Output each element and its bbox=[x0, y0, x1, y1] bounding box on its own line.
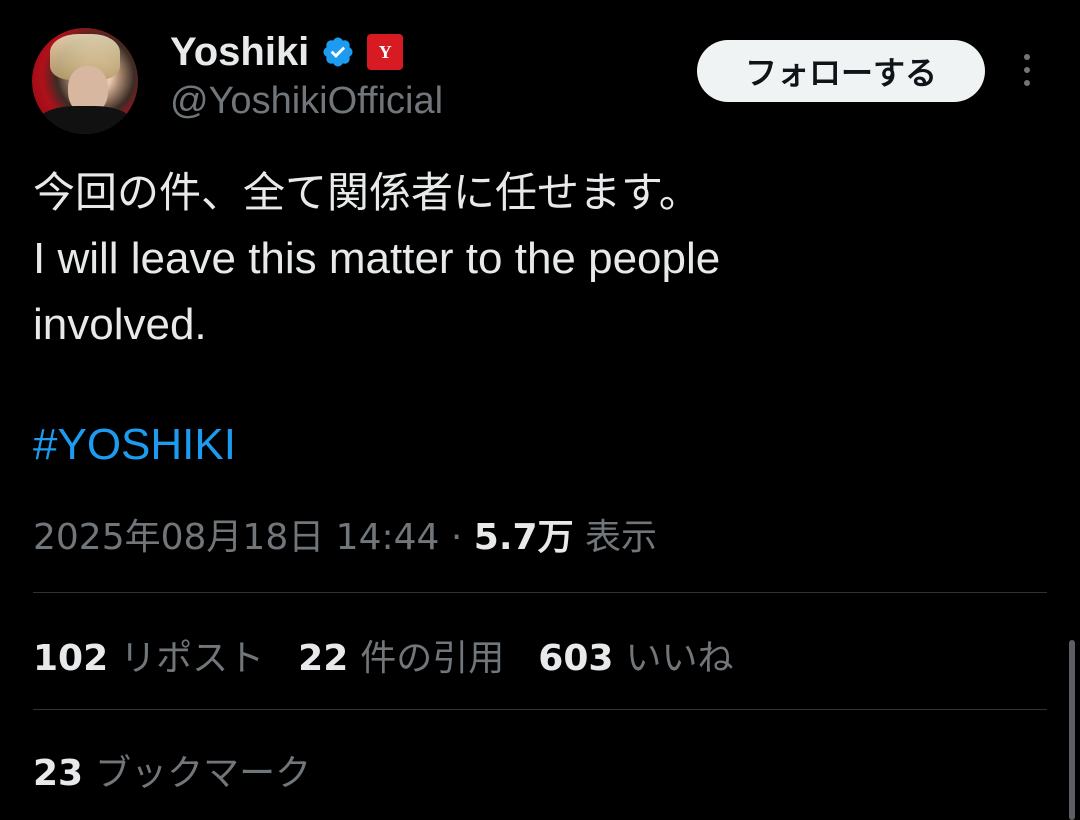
tweet-line-english-cont: involved. bbox=[33, 300, 207, 349]
quotes-count: 22 bbox=[298, 638, 349, 679]
likes-count: 603 bbox=[538, 638, 614, 679]
reposts-label: リポスト bbox=[120, 638, 265, 679]
scrollbar[interactable] bbox=[1069, 640, 1075, 820]
meta-separator: · bbox=[450, 517, 463, 558]
affiliate-badge-text: Y bbox=[378, 41, 392, 62]
author-avatar[interactable] bbox=[32, 28, 138, 134]
tweet-text: 今回の件、全て関係者に任せます。 I will leave this matte… bbox=[33, 160, 1043, 358]
author-display-name[interactable]: Yoshiki bbox=[170, 30, 309, 75]
reposts-stat[interactable]: 102 リポスト bbox=[33, 629, 264, 681]
tweet-timestamp[interactable]: 2025年08月18日 14:44 bbox=[33, 517, 439, 558]
divider bbox=[33, 709, 1047, 710]
bookmarks-count: 23 bbox=[33, 753, 84, 794]
tweet-line-english: I will leave this matter to the people bbox=[33, 234, 721, 283]
likes-stat[interactable]: 603 いいね bbox=[538, 629, 733, 681]
follow-button[interactable]: フォローする bbox=[697, 40, 985, 102]
author-name-row: Yoshiki Y bbox=[170, 28, 404, 76]
hashtag-link[interactable]: #YOSHIKI bbox=[33, 420, 236, 470]
quotes-label: 件の引用 bbox=[360, 638, 505, 679]
verified-badge-icon[interactable] bbox=[321, 35, 355, 69]
more-dot bbox=[1024, 80, 1030, 86]
more-dot bbox=[1024, 54, 1030, 60]
tweet-line-japanese: 今回の件、全て関係者に任せます。 bbox=[33, 168, 701, 217]
engagement-stats: 102 リポスト 22 件の引用 603 いいね bbox=[33, 630, 733, 680]
more-vertical-icon[interactable] bbox=[1010, 48, 1044, 92]
affiliate-badge-icon[interactable]: Y bbox=[367, 34, 404, 70]
views-count: 5.7万 bbox=[473, 517, 574, 558]
avatar-coat bbox=[38, 106, 132, 134]
tweet-meta: 2025年08月18日 14:44 · 5.7万 表示 bbox=[33, 508, 657, 560]
views-label: 表示 bbox=[585, 517, 658, 558]
quotes-stat[interactable]: 22 件の引用 bbox=[298, 629, 504, 681]
divider bbox=[33, 592, 1047, 593]
reposts-count: 102 bbox=[33, 638, 109, 679]
more-dot bbox=[1024, 67, 1030, 73]
author-handle[interactable]: @YoshikiOfficial bbox=[170, 80, 443, 123]
bookmarks-label: ブックマーク bbox=[95, 753, 312, 794]
likes-label: いいね bbox=[625, 638, 734, 679]
bookmarks-stat[interactable]: 23 ブックマーク bbox=[33, 745, 311, 795]
